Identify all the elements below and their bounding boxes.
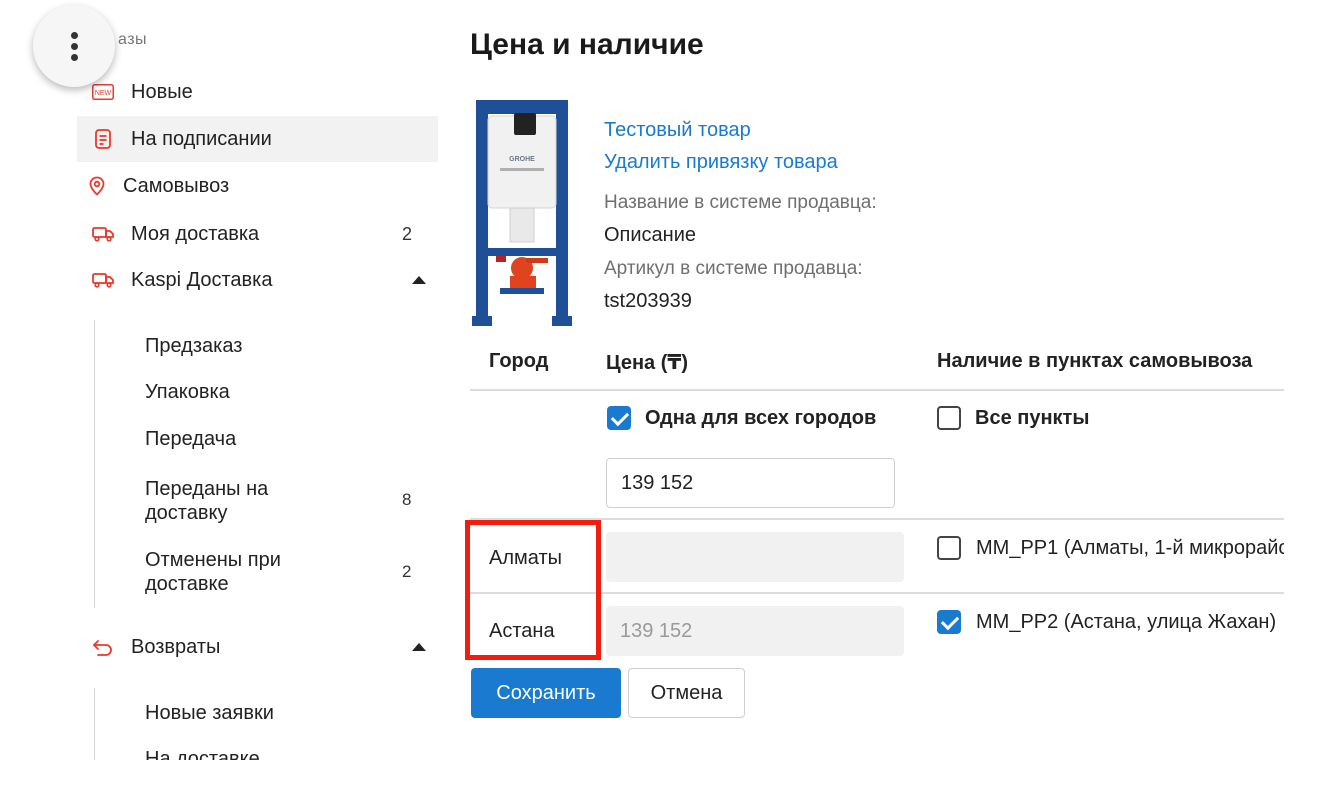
all-points-checkbox[interactable] xyxy=(937,406,961,430)
svg-text:GROHE: GROHE xyxy=(509,156,535,163)
submenu-item-sent-to-delivery[interactable]: Переданы на доставку xyxy=(145,477,345,525)
new-badge-icon: NEW xyxy=(91,80,115,104)
pickup-point-checkbox[interactable] xyxy=(937,536,961,560)
column-header-stock: Наличие в пунктах самовывоза xyxy=(937,350,1253,372)
caret-up-icon[interactable] xyxy=(412,276,426,284)
divider xyxy=(470,389,1284,391)
sidebar-item-label: Новые xyxy=(131,80,193,103)
svg-text:NEW: NEW xyxy=(95,90,112,97)
common-price-input[interactable]: 139 152 xyxy=(606,458,895,508)
sidebar-item-kaspi-delivery[interactable]: Kaspi Доставка xyxy=(77,257,438,303)
column-header-city: Город xyxy=(489,350,549,372)
count-badge: 2 xyxy=(402,562,412,581)
sidebar-item-label: Kaspi Доставка xyxy=(131,268,273,291)
location-pin-icon xyxy=(85,174,109,198)
column-header-price: Цена (₸) xyxy=(606,352,688,374)
sidebar-item-label: На подписании xyxy=(131,127,272,150)
sidebar: азы NEW Новые На подписании Самовывоз Мо… xyxy=(0,0,440,802)
highlight-box xyxy=(465,520,601,660)
sidebar-item-my-delivery[interactable]: Моя доставка 2 xyxy=(77,211,438,257)
city-price-input[interactable]: 139 152 xyxy=(606,606,904,656)
submenu-divider xyxy=(94,688,95,760)
submenu-item-packing[interactable]: Упаковка xyxy=(145,380,385,404)
same-price-label: Одна для всех городов xyxy=(645,407,877,429)
submenu-item-preorder[interactable]: Предзаказ xyxy=(145,334,385,358)
truck-icon xyxy=(91,268,115,292)
all-points-label: Все пункты xyxy=(975,407,1090,429)
sku-label: Артикул в системе продавца: xyxy=(604,258,863,279)
seller-name-value: Описание xyxy=(604,224,697,246)
sidebar-item-label: Самовывоз xyxy=(123,174,230,197)
more-vertical-icon xyxy=(70,31,78,61)
submenu-divider xyxy=(94,320,95,608)
count-badge: 2 xyxy=(401,223,412,244)
sidebar-section-label: азы xyxy=(118,31,148,48)
sidebar-item-label: Моя доставка xyxy=(131,222,260,245)
document-icon xyxy=(91,127,115,151)
sidebar-item-pickup[interactable]: Самовывоз xyxy=(77,163,438,209)
count-badge: 8 xyxy=(402,490,412,509)
submenu-item-in-delivery[interactable]: На доставке xyxy=(145,747,385,760)
product-image: GROHE xyxy=(470,98,574,330)
unlink-product-link[interactable]: Удалить привязку товара xyxy=(604,151,838,174)
sidebar-item-label: Возвраты xyxy=(131,635,221,658)
pickup-point-label: ММ_PP1 (Алматы, 1-й микрорайон) xyxy=(976,537,1284,559)
sku-value: tst203939 xyxy=(604,290,692,312)
caret-up-icon[interactable] xyxy=(412,643,426,651)
page-title: Цена и наличие xyxy=(470,28,704,61)
return-arrow-icon xyxy=(91,635,115,659)
submenu-item-handover[interactable]: Передача xyxy=(145,427,385,451)
same-price-checkbox[interactable] xyxy=(607,406,631,430)
save-button[interactable]: Сохранить xyxy=(471,668,621,718)
truck-icon xyxy=(91,222,115,246)
cancel-button[interactable]: Отмена xyxy=(628,668,745,718)
sidebar-item-returns[interactable]: Возвраты xyxy=(77,624,438,670)
pickup-point-checkbox[interactable] xyxy=(937,610,961,634)
pickup-point-label: ММ_PP2 (Астана, улица Жахан) xyxy=(976,611,1277,633)
sidebar-item-signing[interactable]: На подписании xyxy=(77,116,438,162)
product-name-link[interactable]: Тестовый товар xyxy=(604,119,751,142)
submenu-item-cancelled-on-delivery[interactable]: Отменены при доставке xyxy=(145,548,345,596)
sidebar-item-new[interactable]: NEW Новые xyxy=(77,69,438,115)
more-menu-button[interactable] xyxy=(33,5,115,87)
seller-name-label: Название в системе продавца: xyxy=(604,192,877,213)
city-price-input[interactable] xyxy=(606,532,904,582)
submenu-item-new-requests[interactable]: Новые заявки xyxy=(145,701,385,725)
